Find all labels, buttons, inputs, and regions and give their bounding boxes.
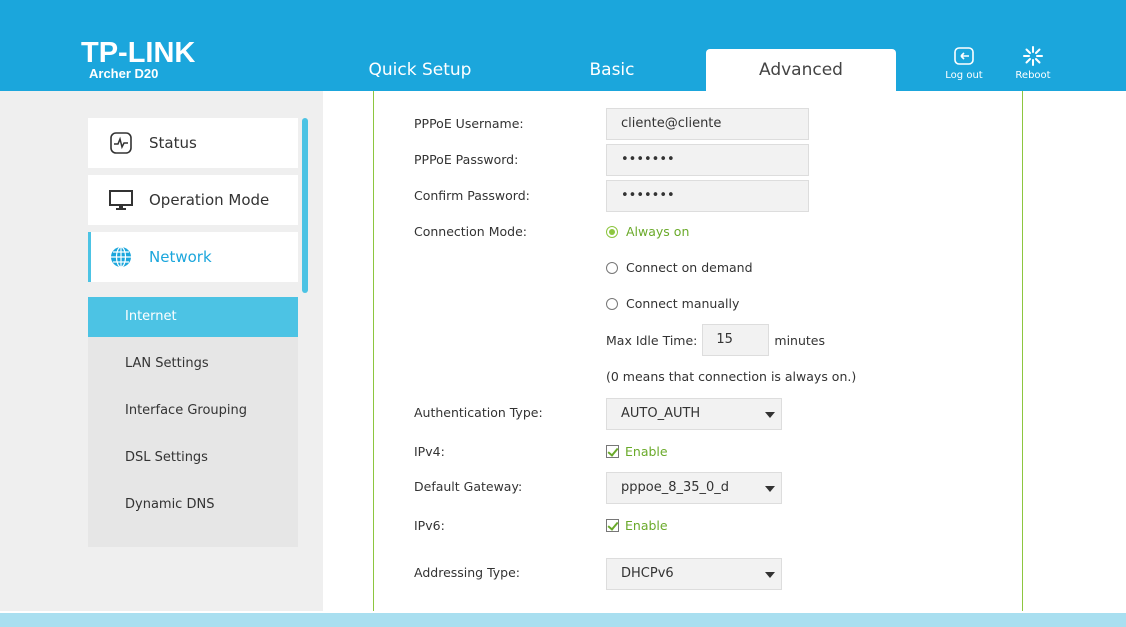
network-submenu: Internet LAN Settings Interface Grouping… — [88, 297, 298, 547]
radio-button-selected[interactable] — [606, 225, 618, 238]
checkbox-checked[interactable] — [606, 519, 619, 532]
top-header: TP-LINK Archer D20 Quick Setup Basic Adv… — [0, 0, 1126, 91]
max-idle-label: Max Idle Time: — [606, 332, 698, 348]
submenu-item-lan-settings[interactable]: LAN Settings — [88, 340, 298, 387]
max-idle-row: Max Idle Time: 15 minutes — [606, 324, 825, 356]
logout-button[interactable]: Log out — [934, 45, 994, 81]
submenu-item-dsl-settings[interactable]: DSL Settings — [88, 434, 298, 481]
tab-quick-setup[interactable]: Quick Setup — [350, 49, 490, 91]
addressing-type-select[interactable]: DHCPv6 — [606, 558, 782, 590]
auth-type-select[interactable]: AUTO_AUTH — [606, 398, 782, 430]
pppoe-password-input[interactable]: ••••••• — [606, 144, 809, 176]
addressing-type-label: Addressing Type: — [414, 565, 521, 580]
sidebar-scrollbar[interactable] — [302, 118, 308, 293]
model-name: Archer D20 — [89, 66, 159, 81]
radio-connect-manually[interactable]: Connect manually — [606, 296, 739, 311]
tab-basic[interactable]: Basic — [560, 49, 664, 91]
reboot-label: Reboot — [1015, 70, 1051, 81]
tp-link-logo: TP-LINK — [81, 37, 196, 69]
sidebar-item-label: Network — [149, 248, 212, 266]
internet-settings-panel: PPPoE Username: cliente@cliente PPPoE Pa… — [373, 91, 1023, 611]
idle-note: (0 means that connection is always on.) — [606, 369, 857, 384]
pppoe-username-input[interactable]: cliente@cliente — [606, 108, 809, 140]
submenu-item-dynamic-dns[interactable]: Dynamic DNS — [88, 481, 298, 528]
default-gateway-label: Default Gateway: — [414, 479, 523, 494]
max-idle-unit: minutes — [774, 332, 825, 348]
radio-label: Always on — [626, 224, 690, 239]
ipv4-label: IPv4: — [414, 444, 445, 459]
tab-advanced[interactable]: Advanced — [706, 49, 896, 91]
ipv4-enable-checkbox[interactable]: Enable — [606, 444, 668, 459]
checkbox-label: Enable — [625, 518, 668, 533]
sidebar-item-label: Status — [149, 134, 197, 152]
submenu-item-interface-grouping[interactable]: Interface Grouping — [88, 387, 298, 434]
connection-mode-label: Connection Mode: — [414, 224, 527, 239]
radio-always-on[interactable]: Always on — [606, 224, 689, 239]
auth-type-value: AUTO_AUTH — [621, 406, 701, 421]
checkbox-checked[interactable] — [606, 445, 619, 458]
pppoe-password-label: PPPoE Password: — [414, 152, 519, 167]
sidebar-item-status[interactable]: Status — [88, 118, 298, 168]
pppoe-username-label: PPPoE Username: — [414, 116, 524, 131]
radio-connect-on-demand[interactable]: Connect on demand — [606, 260, 753, 275]
logout-icon — [953, 45, 975, 67]
addressing-type-value: DHCPv6 — [621, 566, 674, 581]
max-idle-input[interactable]: 15 — [702, 324, 770, 356]
chevron-down-icon — [765, 412, 775, 418]
radio-button[interactable] — [606, 297, 618, 310]
radio-button[interactable] — [606, 261, 618, 274]
chevron-down-icon — [765, 572, 775, 578]
sidebar-item-operation-mode[interactable]: Operation Mode — [88, 175, 298, 225]
reboot-icon — [1022, 45, 1044, 67]
sidebar: Status Operation Mode Network Internet L… — [0, 91, 323, 611]
checkbox-label: Enable — [625, 444, 668, 459]
monitor-icon — [108, 187, 134, 213]
sidebar-item-network[interactable]: Network — [88, 232, 298, 282]
default-gateway-value: pppoe_8_35_0_d — [621, 480, 730, 495]
submenu-item-internet[interactable]: Internet — [88, 297, 298, 337]
chevron-down-icon — [765, 486, 775, 492]
globe-icon — [108, 244, 134, 270]
ipv6-enable-checkbox[interactable]: Enable — [606, 518, 668, 533]
default-gateway-select[interactable]: pppoe_8_35_0_d — [606, 472, 782, 504]
bottom-bar — [0, 613, 1126, 627]
ipv6-label: IPv6: — [414, 518, 445, 533]
radio-label: Connect on demand — [626, 260, 753, 275]
logout-label: Log out — [945, 70, 983, 81]
auth-type-label: Authentication Type: — [414, 405, 543, 420]
reboot-button[interactable]: Reboot — [1003, 45, 1063, 81]
sidebar-item-label: Operation Mode — [149, 191, 270, 209]
confirm-password-input[interactable]: ••••••• — [606, 180, 809, 212]
status-icon — [108, 130, 134, 156]
radio-label: Connect manually — [626, 296, 740, 311]
confirm-password-label: Confirm Password: — [414, 188, 530, 203]
